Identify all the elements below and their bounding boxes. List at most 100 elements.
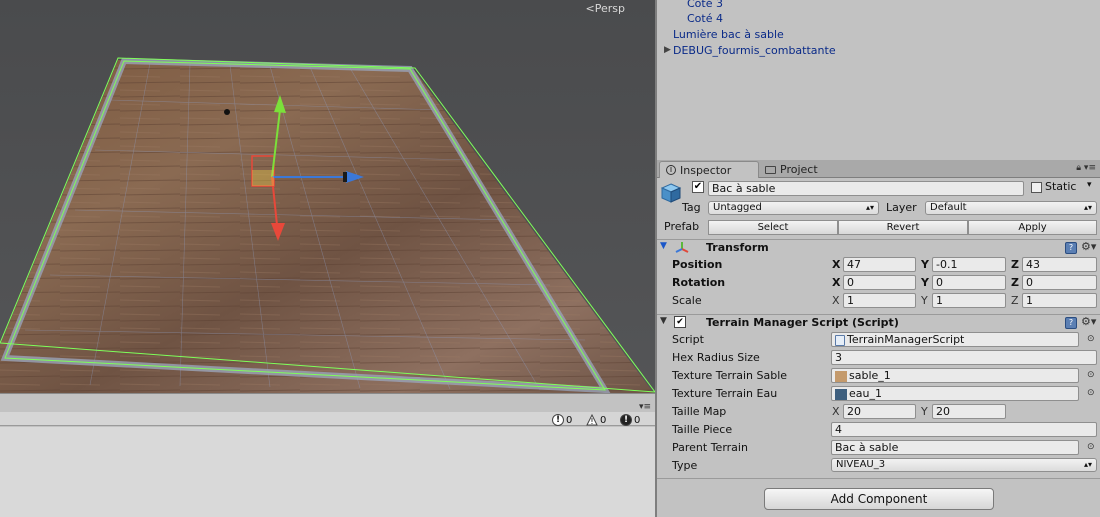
tex-eau-field[interactable]: eau_1: [831, 386, 1079, 401]
help-icon[interactable]: ?: [1065, 242, 1077, 254]
position-label: Position: [672, 258, 723, 271]
warning-icon: !: [586, 414, 598, 426]
tab-project[interactable]: Project: [759, 161, 824, 178]
layer-value: Default: [930, 202, 967, 213]
gear-icon[interactable]: ⚙▾: [1081, 315, 1096, 328]
script-value: TerrainManagerScript: [847, 333, 965, 346]
error-icon: !: [620, 414, 632, 426]
taille-piece-field[interactable]: 4: [831, 422, 1097, 437]
texture-thumbnail-icon: [835, 370, 847, 382]
hex-radius-field[interactable]: 3: [831, 350, 1097, 365]
console-toolbar: ! 0 ! 0 ! 0: [0, 412, 655, 426]
scale-z-field[interactable]: 1: [1022, 293, 1097, 308]
scale-y-field[interactable]: 1: [932, 293, 1006, 308]
static-dropdown-arrow-icon[interactable]: ▾: [1087, 180, 1092, 190]
taille-map-y-field[interactable]: 20: [932, 404, 1006, 419]
type-dropdown[interactable]: NIVEAU_3 ▴▾: [831, 458, 1097, 472]
hierarchy-item[interactable]: Lumière bac à sable: [673, 28, 784, 41]
position-y-field[interactable]: -0.1: [932, 257, 1006, 272]
console-panel: ▾≡ ! 0 ! 0 ! 0: [0, 393, 655, 517]
object-picker-icon[interactable]: ⊙: [1087, 388, 1095, 398]
hierarchy-panel: [657, 0, 1100, 160]
texture-thumbnail-icon: [835, 388, 847, 400]
projection-toggle[interactable]: <Persp: [586, 2, 625, 15]
object-picker-icon[interactable]: ⊙: [1087, 334, 1095, 344]
rotation-z-field[interactable]: 0: [1022, 275, 1097, 290]
parent-terrain-label: Parent Terrain: [672, 441, 748, 454]
tex-sable-value: sable_1: [849, 369, 891, 382]
position-x-field[interactable]: 47: [843, 257, 916, 272]
collapse-arrow-icon[interactable]: ▼: [660, 241, 667, 251]
hex-radius-label: Hex Radius Size: [672, 351, 760, 364]
svg-text:!: !: [590, 417, 593, 426]
tag-label: Tag: [682, 201, 701, 214]
script-field[interactable]: TerrainManagerScript: [831, 332, 1079, 347]
transform-title: Transform: [706, 241, 769, 254]
position-z-field[interactable]: 43: [1022, 257, 1097, 272]
tex-sable-field[interactable]: sable_1: [831, 368, 1079, 383]
expand-arrow-icon[interactable]: ▶: [664, 45, 671, 55]
type-label: Type: [672, 459, 698, 472]
prefab-apply-button[interactable]: Apply: [968, 220, 1097, 235]
divider: [657, 478, 1100, 479]
parent-terrain-field[interactable]: Bac à sable: [831, 440, 1079, 455]
axis-x-label: X: [832, 294, 840, 307]
axis-y-label: Y: [921, 405, 928, 418]
prefab-revert-button[interactable]: Revert: [838, 220, 968, 235]
static-checkbox[interactable]: [1031, 182, 1042, 193]
axis-z-label: Z: [1011, 294, 1019, 307]
rotation-label: Rotation: [672, 276, 726, 289]
tag-dropdown[interactable]: Untagged ▴▾: [708, 201, 879, 215]
axis-y-label: Y: [921, 294, 928, 307]
script-label: Script: [672, 333, 704, 346]
error-toggle[interactable]: ! 0: [620, 413, 640, 427]
log-count: 0: [566, 414, 573, 426]
tex-sable-label: Texture Terrain Sable: [672, 369, 788, 382]
tex-eau-label: Texture Terrain Eau: [672, 387, 778, 400]
component-enabled-checkbox[interactable]: ✔: [674, 316, 686, 328]
scale-x-field[interactable]: 1: [843, 293, 916, 308]
type-value: NIVEAU_3: [836, 459, 886, 470]
hierarchy-item[interactable]: Coté 3: [687, 0, 723, 10]
collapse-arrow-icon[interactable]: ▼: [660, 316, 667, 326]
scene-canvas[interactable]: [0, 0, 655, 393]
help-icon[interactable]: ?: [1065, 317, 1077, 329]
scene-view[interactable]: <Persp: [0, 0, 655, 393]
info-icon: !: [552, 414, 564, 426]
inspector-panel: i Inspector Project 🔒︎ ▾≡ ✔ Bac à sable …: [657, 160, 1100, 517]
log-toggle[interactable]: ! 0: [552, 413, 572, 427]
axis-x-label: X: [832, 405, 840, 418]
scale-label: Scale: [672, 294, 702, 307]
hierarchy-item[interactable]: DEBUG_fourmis_combattante: [673, 44, 836, 57]
script-icon: [835, 334, 845, 346]
layer-dropdown[interactable]: Default ▴▾: [925, 201, 1097, 215]
tag-value: Untagged: [713, 202, 762, 213]
tab-inspector[interactable]: i Inspector: [659, 161, 759, 178]
static-label: Static: [1045, 180, 1077, 193]
prefab-select-button[interactable]: Select: [708, 220, 838, 235]
axis-y-label: Y: [921, 276, 929, 289]
gear-icon[interactable]: ⚙▾: [1081, 240, 1096, 253]
object-name-field[interactable]: Bac à sable: [708, 181, 1024, 196]
projection-label: Persp: [594, 2, 625, 15]
taille-piece-label: Taille Piece: [672, 423, 733, 436]
hierarchy-item[interactable]: Coté 4: [687, 12, 723, 25]
tab-label: Inspector: [680, 163, 732, 177]
tab-label: Project: [780, 163, 818, 176]
rotation-y-field[interactable]: 0: [932, 275, 1006, 290]
taille-map-x-field[interactable]: 20: [843, 404, 916, 419]
axis-x-label: X: [832, 258, 841, 271]
axis-x-label: X: [832, 276, 841, 289]
lock-icon[interactable]: 🔒︎ ▾≡: [1076, 163, 1096, 173]
add-component-button[interactable]: Add Component: [764, 488, 994, 510]
axis-z-label: Z: [1011, 258, 1019, 271]
active-checkbox[interactable]: ✔: [692, 181, 704, 193]
tex-eau-value: eau_1: [849, 387, 882, 400]
rotation-x-field[interactable]: 0: [843, 275, 916, 290]
console-menu-icon[interactable]: ▾≡: [639, 402, 651, 412]
error-count: 0: [634, 414, 641, 426]
warning-toggle[interactable]: ! 0: [586, 413, 606, 427]
object-picker-icon[interactable]: ⊙: [1087, 442, 1095, 452]
console-log-area[interactable]: [0, 427, 655, 517]
object-picker-icon[interactable]: ⊙: [1087, 370, 1095, 380]
